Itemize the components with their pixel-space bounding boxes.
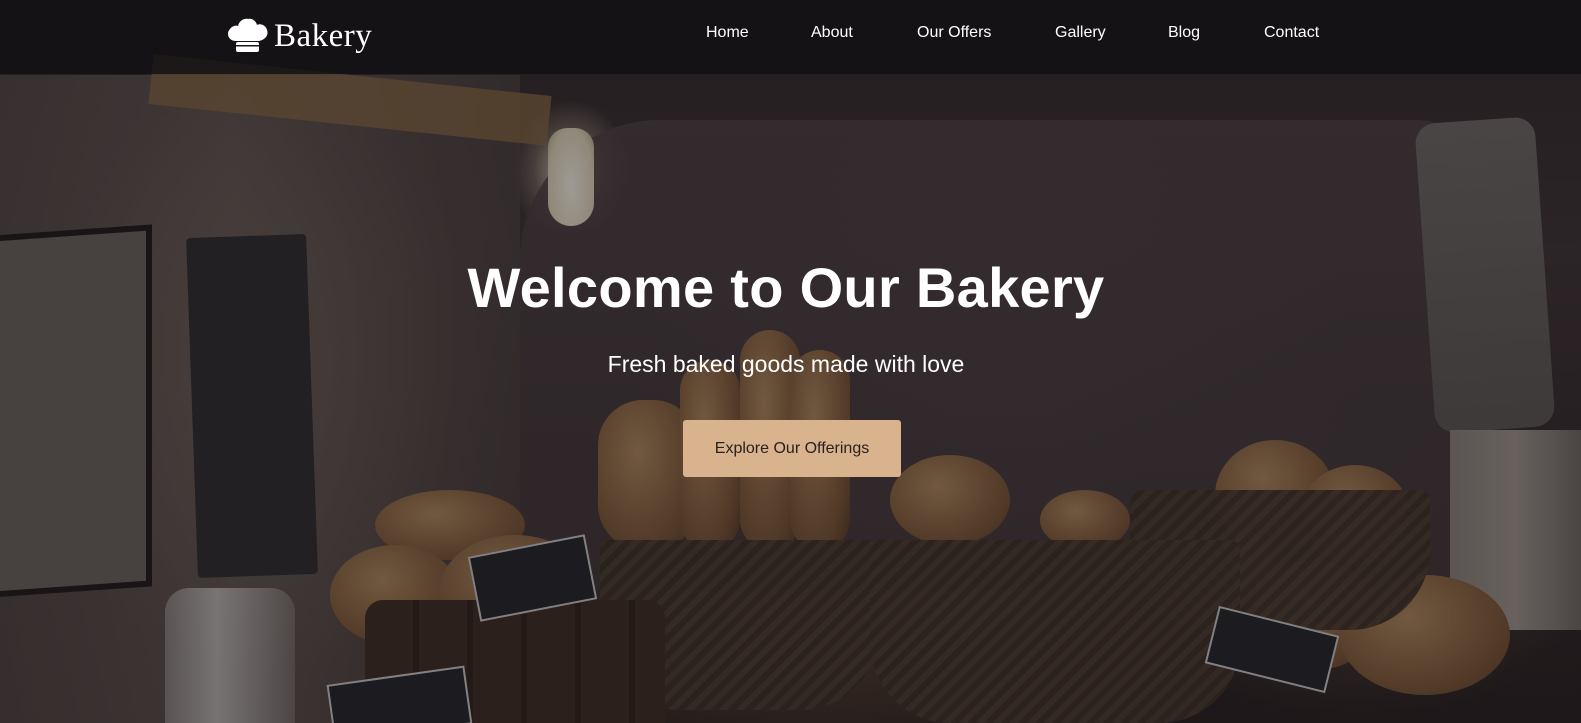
nav-link-blog[interactable]: Blog bbox=[1168, 24, 1200, 42]
hero-subtitle: Fresh baked goods made with love bbox=[607, 351, 965, 377]
top-navbar: Bakery Home About Our Offers Gallery Blo… bbox=[0, 0, 1581, 74]
nav-link-gallery[interactable]: Gallery bbox=[1055, 24, 1106, 42]
nav-link-about[interactable]: About bbox=[811, 24, 853, 42]
nav-link-our-offers[interactable]: Our Offers bbox=[917, 24, 991, 42]
nav-link-home[interactable]: Home bbox=[706, 24, 749, 42]
nav-menu: Home About Our Offers Gallery Blog Conta… bbox=[0, 24, 1581, 46]
nav-link-contact[interactable]: Contact bbox=[1264, 24, 1319, 42]
hero-section: Bakery Home About Our Offers Gallery Blo… bbox=[0, 0, 1581, 723]
hero-title: Welcome to Our Bakery bbox=[467, 256, 1105, 319]
explore-offerings-button[interactable]: Explore Our Offerings bbox=[683, 420, 901, 477]
